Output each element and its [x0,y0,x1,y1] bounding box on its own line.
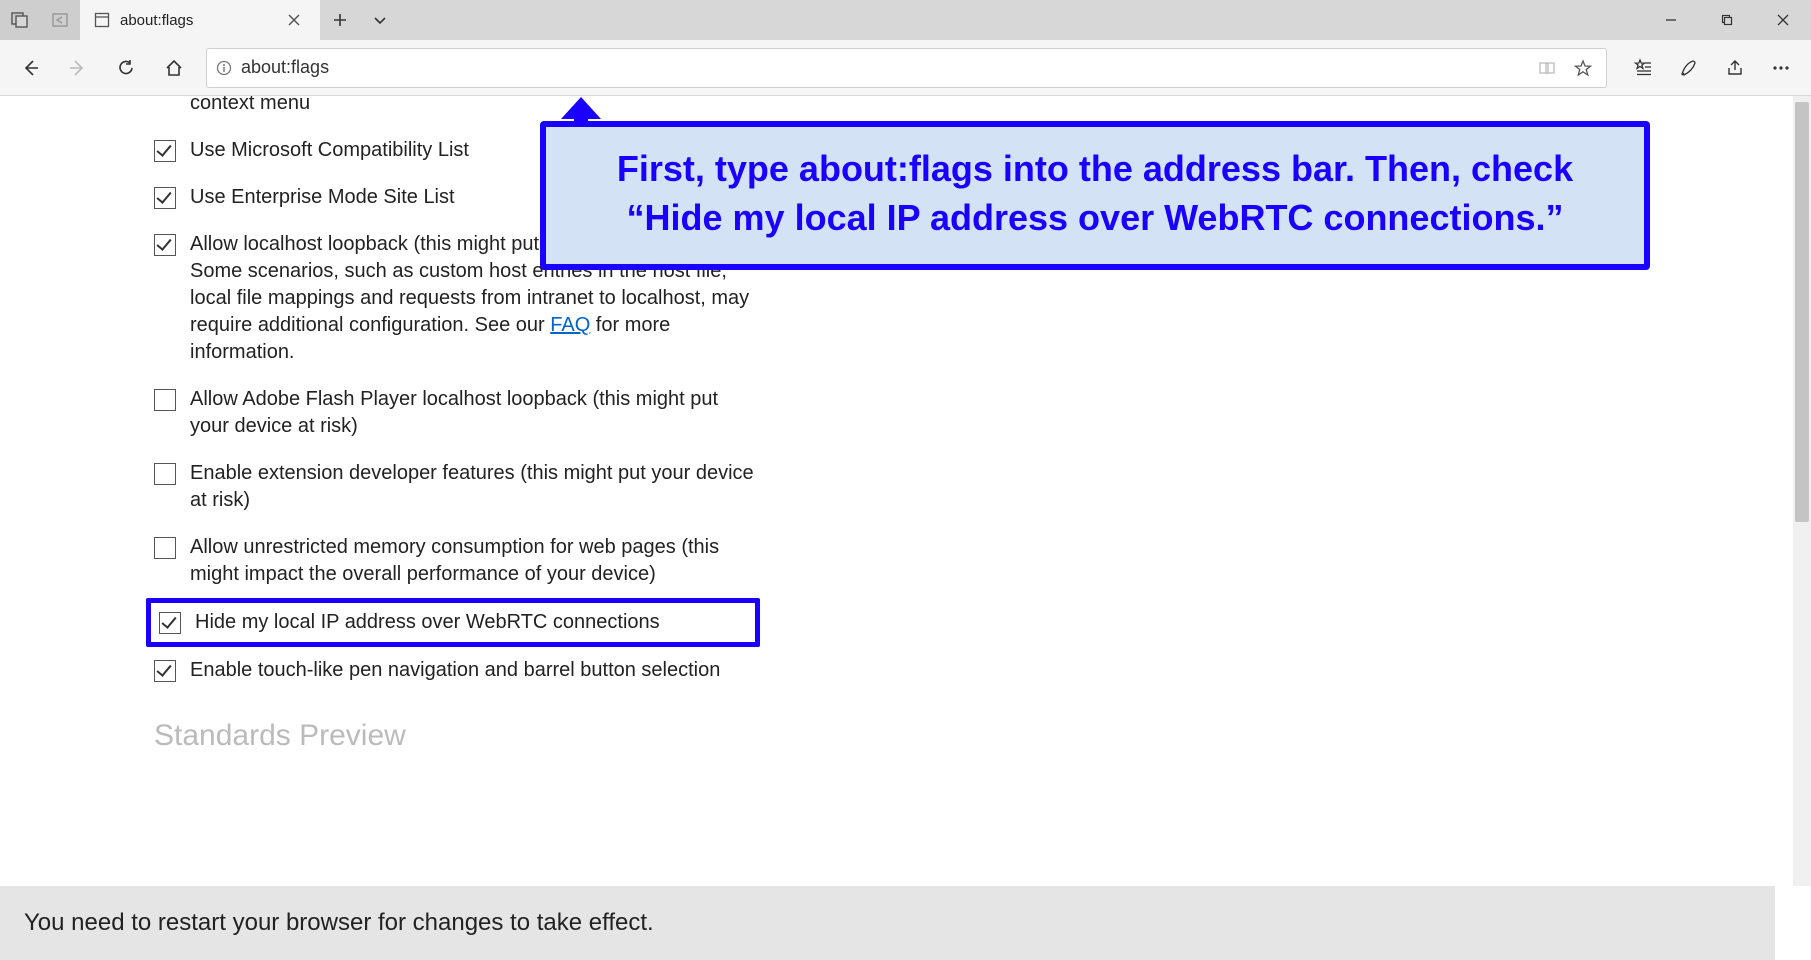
vertical-scrollbar[interactable] [1793,96,1811,886]
refresh-button[interactable] [104,48,148,88]
site-info-icon[interactable] [207,60,241,76]
option-label: Allow unrestricted memory consumption fo… [190,534,760,588]
page-icon [94,12,110,28]
home-button[interactable] [152,48,196,88]
restart-message: You need to restart your browser for cha… [24,909,654,937]
forward-button[interactable] [56,48,100,88]
checkbox-checked-icon[interactable] [154,187,176,209]
tabs-aside-icon[interactable] [0,0,40,40]
tabset-buttons [0,0,80,40]
nav-bar [0,40,1811,96]
option-label: context menu [190,96,760,117]
content-area: context menu Use Microsoft Compatibility… [0,96,1811,960]
reading-view-icon[interactable] [1530,51,1564,85]
address-bar[interactable] [206,48,1607,88]
option-label: Enable extension developer features (thi… [190,460,760,514]
checkbox-unchecked-icon[interactable] [154,537,176,559]
web-notes-icon[interactable] [1667,48,1711,88]
more-menu-icon[interactable] [1759,48,1803,88]
checkbox-unchecked-icon[interactable] [154,463,176,485]
tab-menu-button[interactable] [360,0,400,40]
option-label: Allow Adobe Flash Player localhost loopb… [190,386,760,440]
close-button[interactable] [1755,0,1811,40]
highlight-webrtc-option: Hide my local IP address over WebRTC con… [146,598,760,647]
browser-tab[interactable]: about:flags [80,0,320,40]
checkbox-checked-icon[interactable] [154,234,176,256]
option-label: Enable touch-like pen navigation and bar… [190,657,760,684]
show-tabs-aside-icon[interactable] [40,0,80,40]
restart-notice-bar: You need to restart your browser for cha… [0,886,1775,960]
option-label: Hide my local IP address over WebRTC con… [195,609,747,636]
option-row-pen-nav[interactable]: Enable touch-like pen navigation and bar… [154,647,760,694]
section-heading-standards-preview: Standards Preview [154,694,760,757]
favorites-list-icon[interactable] [1621,48,1665,88]
tab-title: about:flags [120,12,193,29]
window-controls [1643,0,1811,40]
tab-close-button[interactable] [282,14,306,26]
settings-page: context menu Use Microsoft Compatibility… [0,96,1793,960]
option-row-unrestricted-mem[interactable]: Allow unrestricted memory consumption fo… [154,524,760,598]
tab-actions [320,0,400,40]
back-button[interactable] [8,48,52,88]
option-row-hide-ip-webrtc[interactable]: Hide my local IP address over WebRTC con… [159,609,747,636]
maximize-button[interactable] [1699,0,1755,40]
checkbox-checked-icon[interactable] [154,140,176,162]
address-input[interactable] [241,49,1530,87]
share-icon[interactable] [1713,48,1757,88]
option-row-ext-dev[interactable]: Enable extension developer features (thi… [154,450,760,524]
scrollbar-thumb[interactable] [1795,102,1809,522]
minimize-button[interactable] [1643,0,1699,40]
address-actions [1530,51,1606,85]
toolbar-right [1617,48,1803,88]
faq-link[interactable]: FAQ [550,314,590,336]
title-bar: about:flags [0,0,1811,40]
callout-text: First, type about:flags into the address… [540,121,1650,270]
checkbox-checked-icon[interactable] [154,660,176,682]
new-tab-button[interactable] [320,0,360,40]
option-row-flash-loopback[interactable]: Allow Adobe Flash Player localhost loopb… [154,376,760,450]
favorite-star-icon[interactable] [1566,51,1600,85]
checkbox-checked-icon[interactable] [159,612,181,634]
checkbox-unchecked-icon[interactable] [154,389,176,411]
